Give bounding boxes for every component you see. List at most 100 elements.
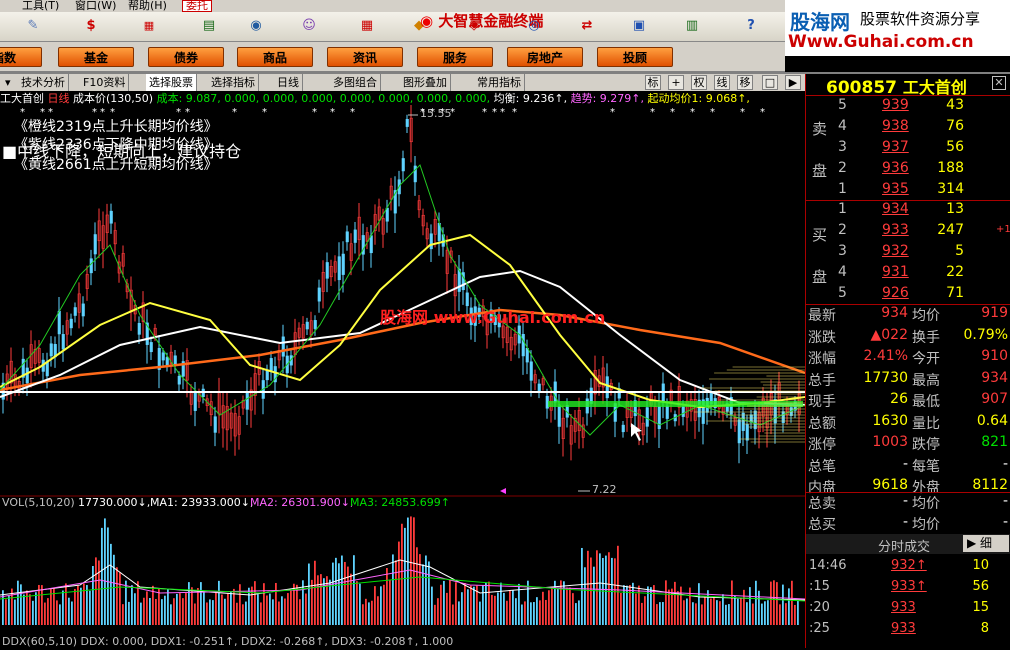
volume-bar — [794, 604, 796, 625]
tab-overlay[interactable]: 图形叠加 — [400, 74, 451, 91]
crosshair-button[interactable]: + — [668, 75, 684, 90]
cat-realestate[interactable]: 房地产 — [507, 47, 583, 67]
volume-bar — [701, 604, 703, 625]
dollar-icon[interactable]: $ — [82, 17, 100, 35]
volume-bar — [68, 597, 70, 625]
indicator-info-line: 工大首创 日线 成本价(130,50) 成本: 9.087, 0.000, 0.… — [0, 92, 805, 106]
sell-row[interactable]: 5 939 43 — [806, 97, 996, 118]
mark-button[interactable]: 标 — [645, 75, 661, 90]
rights-button[interactable]: 权 — [691, 75, 707, 90]
volume-bar — [530, 602, 532, 625]
window-icon[interactable]: ▣ — [630, 17, 648, 35]
volume-bar — [467, 589, 469, 625]
volume-bar — [785, 603, 787, 625]
cat-commodity[interactable]: 商品 — [237, 47, 313, 67]
tab-select-stock[interactable]: 选择股票 — [146, 74, 197, 91]
volume-bar — [641, 602, 643, 625]
tab-select-indicator[interactable]: 选择指标 — [208, 74, 259, 91]
volume-bar — [272, 599, 274, 625]
people-icon[interactable]: ☺ — [300, 17, 318, 35]
tab-multi-chart[interactable]: 多图组合 — [330, 74, 381, 91]
stat-value: 934 — [981, 369, 1008, 386]
close-icon[interactable]: ✕ — [992, 76, 1006, 90]
volume-bar — [377, 596, 379, 625]
stat-row: 现手 26 最低 907 — [806, 391, 1010, 412]
volume-bar — [536, 597, 538, 625]
cat-service[interactable]: 服务 — [417, 47, 493, 67]
menu-tools[interactable]: 工具(T) — [22, 0, 59, 12]
cat-fund[interactable]: 基金 — [58, 47, 134, 67]
buy-row[interactable]: 5 926 71 — [806, 285, 996, 306]
play-icon: ▶ — [967, 536, 981, 550]
expand-icon[interactable]: ▶ — [785, 75, 801, 90]
signal-star: * — [100, 107, 105, 118]
volume-bar — [113, 554, 115, 625]
buy-row[interactable]: 2 933 247 — [806, 222, 996, 243]
volume-bar — [269, 593, 271, 625]
refresh-icon[interactable]: ◎ — [525, 17, 543, 35]
tab-f10[interactable]: F10资料 — [80, 74, 130, 91]
binoculars-icon[interactable]: ◉ — [247, 17, 265, 35]
stat-value: - — [1002, 493, 1008, 509]
stat-row: 总卖 - 均价 - — [806, 493, 1010, 514]
news-icon[interactable]: ▦ — [140, 17, 158, 35]
trade-icon[interactable]: ⇄ — [578, 17, 596, 35]
tab-daily[interactable]: 日线 — [274, 74, 303, 91]
stat-value: - — [1002, 455, 1008, 472]
stat-key: 均价 — [912, 517, 940, 533]
kline-chart[interactable]: 15.55 7.22 股海网 www.Guhai.com.cn 《橙线2319点… — [0, 105, 805, 650]
tab-arrow-icon[interactable]: ▾ — [2, 74, 14, 91]
volume-bar — [398, 541, 400, 625]
volume-bar — [284, 598, 286, 625]
candle-body — [745, 424, 749, 441]
buy-row[interactable]: 3 932 5 — [806, 243, 996, 264]
grid-icon[interactable]: ▦ — [358, 17, 376, 35]
menu-help[interactable]: 帮助(H) — [128, 0, 167, 12]
divider — [806, 492, 1010, 493]
tab-technical[interactable]: 技术分析 — [18, 74, 69, 91]
cat-news[interactable]: 资讯 — [327, 47, 403, 67]
volume-bar — [710, 598, 712, 625]
books-icon[interactable]: ▥ — [683, 17, 701, 35]
move-button[interactable]: 移 — [737, 75, 753, 90]
line-button[interactable]: 线 — [714, 75, 730, 90]
volume-bar — [551, 587, 553, 625]
volume-bar — [386, 568, 388, 625]
cat-index[interactable]: 指数 — [0, 47, 42, 67]
cost-values: 成本: 9.087, 0.000, 0.000, 0.000, 0.000, 0… — [156, 92, 491, 105]
candle-body — [73, 307, 77, 316]
sell-row[interactable]: 1 935 314 — [806, 181, 996, 202]
ticks-detail-button[interactable]: ▶ 细 — [963, 535, 1009, 552]
volume-bar — [5, 599, 7, 625]
help-icon[interactable]: ? — [742, 17, 760, 35]
signal-star: * — [232, 107, 237, 118]
menu-window[interactable]: 窗口(W) — [75, 0, 116, 12]
signal-star: * — [710, 107, 715, 118]
signal-star: * — [262, 107, 267, 118]
category-bar: 指数 基金 债券 商品 资讯 服务 房地产 投顾 工作区 ▣ — [0, 42, 785, 106]
buy-row[interactable]: 4 931 22 — [806, 264, 996, 285]
sell-row[interactable]: 2 936 188 — [806, 160, 996, 181]
tab-common-indicator[interactable]: 常用指标 — [474, 74, 525, 91]
volume-bar — [692, 602, 694, 625]
stat-key: 量比 — [912, 415, 940, 432]
volume-bar — [446, 592, 448, 625]
chart-icon[interactable]: ▤ — [200, 17, 218, 35]
ruler-icon[interactable]: ✎ — [24, 17, 42, 35]
delegate-button[interactable]: 委托 — [182, 0, 212, 12]
candle-body — [137, 323, 141, 335]
volume-bar — [464, 582, 466, 625]
volume-bar — [659, 602, 661, 625]
buy-row[interactable]: 1 934 13 — [806, 201, 996, 222]
volume-bar — [335, 557, 337, 625]
volume-bar — [401, 523, 403, 625]
volume-bar — [623, 585, 625, 625]
sell-row[interactable]: 3 937 56 — [806, 139, 996, 160]
window-button[interactable]: □ — [762, 75, 778, 90]
level-price: 938 — [882, 118, 909, 134]
level-index: 2 — [838, 222, 847, 238]
cat-bond[interactable]: 债券 — [148, 47, 224, 67]
sell-row[interactable]: 4 938 76 — [806, 118, 996, 139]
cat-advisor[interactable]: 投顾 — [597, 47, 673, 67]
shield-icon[interactable]: ◈ — [465, 17, 483, 35]
